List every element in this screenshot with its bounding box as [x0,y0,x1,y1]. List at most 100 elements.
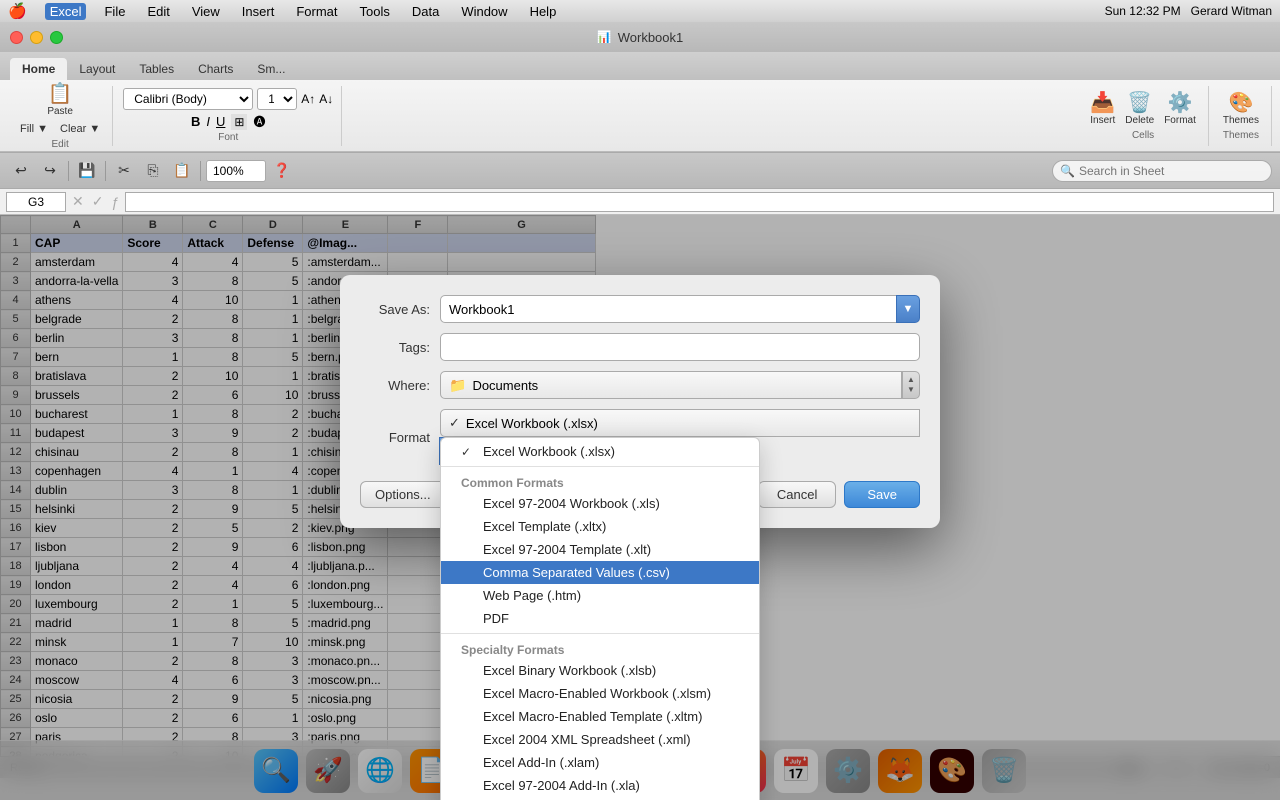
menu-excel[interactable]: Excel [45,3,87,20]
datetime-display: Sun 12:32 PM [1105,4,1181,18]
menu-view[interactable]: View [188,4,224,19]
menu-tools[interactable]: Tools [355,4,393,19]
themes-section-label: Themes [1223,130,1259,141]
save-button[interactable]: 💾 [74,158,100,184]
font-size-select[interactable]: 12 [257,88,297,110]
insert-cells-button[interactable]: 📥 Insert [1086,91,1119,128]
ribbon-tabs: Home Layout Tables Charts Sm... [0,52,1280,80]
format-option-xlam[interactable]: Excel Add-In (.xlam) [441,751,759,774]
font-section-label: Font [218,132,238,143]
format-option-htm[interactable]: Web Page (.htm) [441,584,759,607]
format-option-xlsb[interactable]: Excel Binary Workbook (.xlsb) [441,659,759,682]
ribbon-section-font: Calibri (Body) 12 A↑ A↓ B I U ⊞ 🅐 Font [115,86,342,146]
save-as-dialog: Save As: ▼ Tags: Where: 📁 Documents [340,275,940,528]
quick-toolbar: ↩ ↪ 💾 ✂ ⎘ 📋 ❓ 🔍 [0,153,1280,189]
undo-button[interactable]: ↩ [8,158,34,184]
dialog-overlay: Save As: ▼ Tags: Where: 📁 Documents [0,215,1280,800]
format-option-label: Excel Workbook (.xlsx) [483,444,615,459]
cell-reference-input[interactable] [6,192,66,212]
format-display[interactable]: ✓ Excel Workbook (.xlsx) [440,409,920,437]
paste-icon: 📋 [48,84,73,104]
format-option-pdf[interactable]: PDF [441,607,759,630]
toolbar-separator [68,161,69,181]
underline-button[interactable]: U [216,114,225,129]
redo-button[interactable]: ↪ [37,158,63,184]
paste-group: 📋 Paste [43,82,77,119]
cancel-button[interactable]: Cancel [758,481,836,508]
menubar-right: Sun 12:32 PM Gerard Witman [1105,4,1272,18]
italic-button[interactable]: I [206,114,210,129]
where-value: Documents [472,378,538,393]
apple-logo-icon[interactable]: 🍎 [8,2,27,20]
zoom-input[interactable] [206,160,266,182]
format-option-xml[interactable]: Excel 2004 XML Spreadsheet (.xml) [441,728,759,751]
borders-button[interactable]: ⊞ [231,114,247,130]
save-button[interactable]: Save [844,481,920,508]
menu-file[interactable]: File [100,4,129,19]
ribbon-content: 📋 Paste Fill ▼ Clear ▼ Edit [0,80,1280,152]
clear-button[interactable]: Clear ▼ [56,121,104,137]
format-option-label: Excel Binary Workbook (.xlsb) [483,663,656,678]
stepper-up-icon: ▲ [907,376,915,384]
menu-format[interactable]: Format [292,4,341,19]
filename-arrow-button[interactable]: ▼ [896,295,920,323]
delete-cells-button[interactable]: 🗑️ Delete [1121,91,1158,128]
menu-data[interactable]: Data [408,4,443,19]
format-row: Format ✓ Excel Workbook (.xlsx) ▼ ✓ [360,409,920,465]
font-grow-button[interactable]: A↑ [301,92,315,106]
format-option-label: Excel 97-2004 Add-In (.xla) [483,778,640,793]
themes-button[interactable]: 🎨 Themes [1219,91,1263,128]
search-glass-icon: 🔍 [1060,164,1075,178]
format-option-csv[interactable]: Comma Separated Values (.csv) [441,561,759,584]
tab-charts[interactable]: Charts [186,58,245,80]
format-select-wrapper: ✓ Excel Workbook (.xlsx) ▼ ✓ Excel Workb… [440,409,920,465]
menu-edit[interactable]: Edit [143,4,173,19]
paste-toolbar-button[interactable]: 📋 [169,158,195,184]
font-name-select[interactable]: Calibri (Body) [123,88,253,110]
format-option-label: Excel Add-In (.xlam) [483,755,599,770]
menu-insert[interactable]: Insert [238,4,279,19]
minimize-button[interactable] [30,31,43,44]
tags-input[interactable] [440,333,920,361]
filename-input[interactable] [440,295,897,323]
help-button[interactable]: ❓ [269,158,295,184]
tab-layout[interactable]: Layout [67,58,127,80]
search-sheet-input[interactable] [1052,160,1272,182]
username-display: Gerard Witman [1191,4,1272,18]
tab-home[interactable]: Home [10,58,67,80]
font-shrink-button[interactable]: A↓ [319,92,333,106]
bold-button[interactable]: B [191,114,200,129]
highlight-button[interactable]: 🅐 [253,113,265,130]
format-option-xls[interactable]: Excel 97-2004 Workbook (.xls) [441,492,759,515]
section-header-common: Common Formats [441,470,759,492]
paste-button[interactable]: 📋 Paste [43,82,77,119]
copy-button[interactable]: ⎘ [140,158,166,184]
fill-button[interactable]: Fill ▼ [16,121,52,137]
format-option-label: Excel Macro-Enabled Template (.xltm) [483,709,702,724]
where-select[interactable]: 📁 Documents [440,371,902,399]
delete-icon: 🗑️ [1127,93,1152,113]
format-option-xlsx[interactable]: ✓ Excel Workbook (.xlsx) [441,438,759,463]
format-option-xlt[interactable]: Excel 97-2004 Template (.xlt) [441,538,759,561]
menu-help[interactable]: Help [526,4,561,19]
where-stepper[interactable]: ▲ ▼ [902,371,920,399]
tab-more[interactable]: Sm... [245,58,297,80]
formula-input[interactable] [125,192,1274,212]
maximize-button[interactable] [50,31,63,44]
format-option-xlsm[interactable]: Excel Macro-Enabled Workbook (.xlsm) [441,682,759,705]
format-label: Format [360,430,440,445]
format-option-xltm[interactable]: Excel Macro-Enabled Template (.xltm) [441,705,759,728]
cut-button[interactable]: ✂ [111,158,137,184]
options-button[interactable]: Options... [360,481,446,508]
format-option-xltx[interactable]: Excel Template (.xltx) [441,515,759,538]
menu-window[interactable]: Window [457,4,511,19]
format-dropdown: ✓ Excel Workbook (.xlsx) Common Formats … [440,437,760,800]
format-value-text: Excel Workbook (.xlsx) [466,416,598,431]
close-button[interactable] [10,31,23,44]
traffic-lights [10,31,63,44]
format-option-xla[interactable]: Excel 97-2004 Add-In (.xla) [441,774,759,797]
mac-menubar: 🍎 Excel File Edit View Insert Format Too… [0,0,1280,22]
tab-tables[interactable]: Tables [127,58,186,80]
format-cells-button[interactable]: ⚙️ Format [1160,91,1200,128]
format-icon: ⚙️ [1168,93,1193,113]
